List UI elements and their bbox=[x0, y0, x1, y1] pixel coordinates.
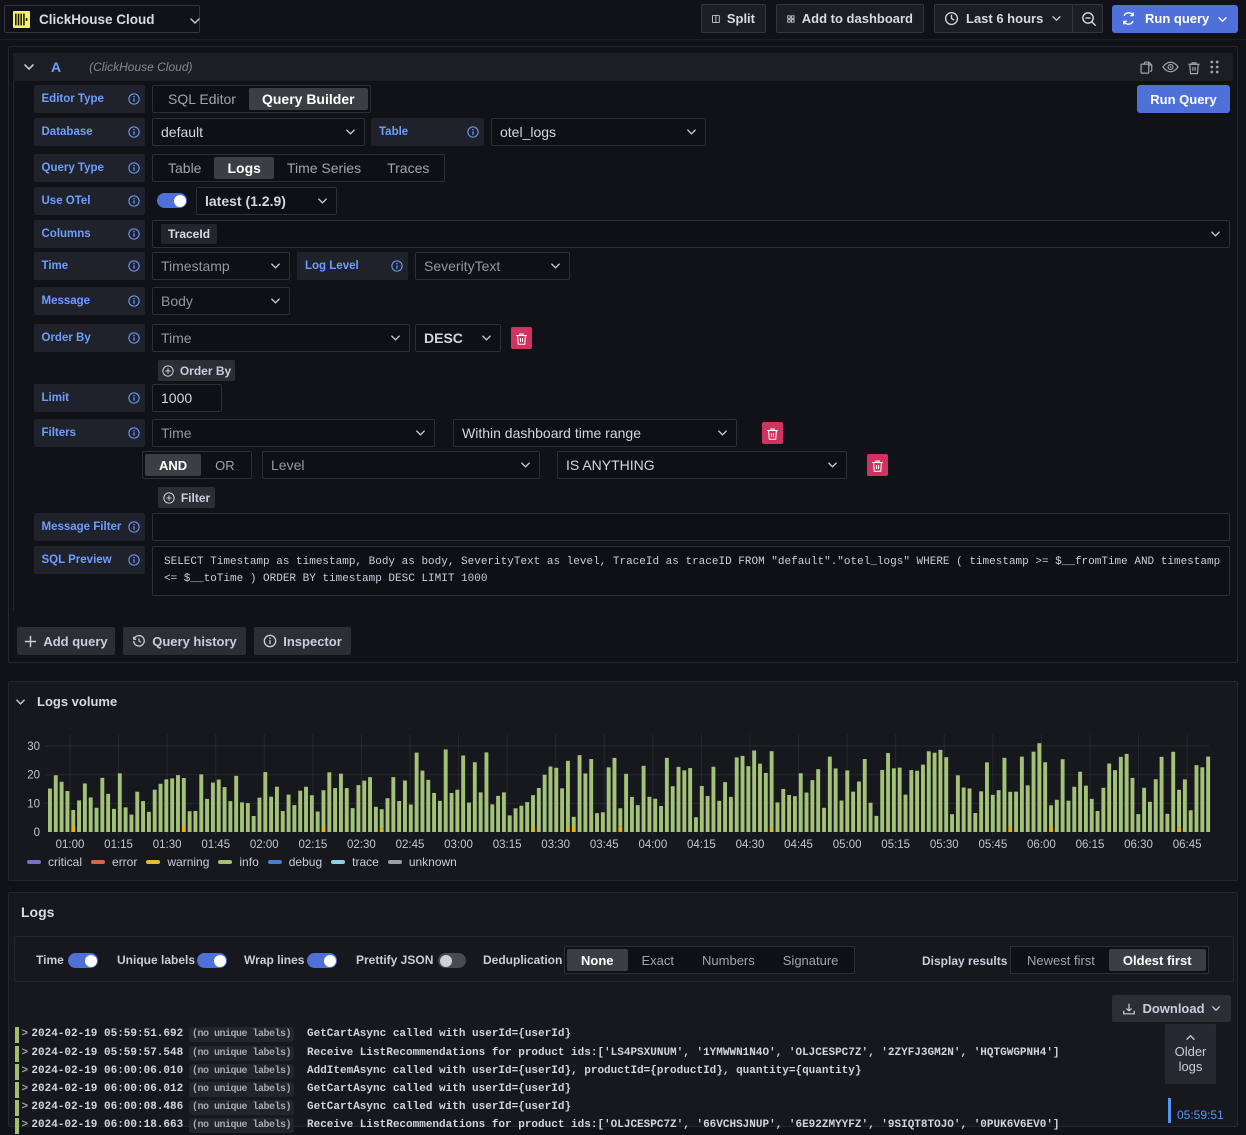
svg-text:02:15: 02:15 bbox=[298, 839, 327, 851]
svg-text:06:45: 06:45 bbox=[1173, 839, 1202, 851]
svg-text:05:15: 05:15 bbox=[881, 839, 910, 851]
svg-text:30: 30 bbox=[27, 741, 40, 753]
svg-text:02:00: 02:00 bbox=[250, 839, 279, 851]
svg-text:01:15: 01:15 bbox=[104, 839, 133, 851]
svg-text:20: 20 bbox=[27, 770, 40, 782]
svg-text:04:00: 04:00 bbox=[638, 839, 667, 851]
svg-text:03:15: 03:15 bbox=[493, 839, 522, 851]
svg-text:04:45: 04:45 bbox=[784, 839, 813, 851]
svg-text:03:45: 03:45 bbox=[590, 839, 619, 851]
svg-text:05:30: 05:30 bbox=[930, 839, 959, 851]
svg-text:01:45: 01:45 bbox=[201, 839, 230, 851]
svg-text:04:30: 04:30 bbox=[736, 839, 765, 851]
svg-text:03:30: 03:30 bbox=[541, 839, 570, 851]
svg-text:0: 0 bbox=[34, 827, 40, 839]
svg-text:04:15: 04:15 bbox=[687, 839, 716, 851]
svg-text:03:00: 03:00 bbox=[444, 839, 473, 851]
svg-text:06:15: 06:15 bbox=[1076, 839, 1105, 851]
svg-text:06:30: 06:30 bbox=[1124, 839, 1153, 851]
svg-text:10: 10 bbox=[27, 798, 40, 810]
svg-text:05:00: 05:00 bbox=[833, 839, 862, 851]
svg-text:06:00: 06:00 bbox=[1027, 839, 1056, 851]
svg-text:01:30: 01:30 bbox=[153, 839, 182, 851]
svg-text:02:45: 02:45 bbox=[396, 839, 425, 851]
svg-text:01:00: 01:00 bbox=[56, 839, 85, 851]
svg-text:05:45: 05:45 bbox=[978, 839, 1007, 851]
svg-text:02:30: 02:30 bbox=[347, 839, 376, 851]
